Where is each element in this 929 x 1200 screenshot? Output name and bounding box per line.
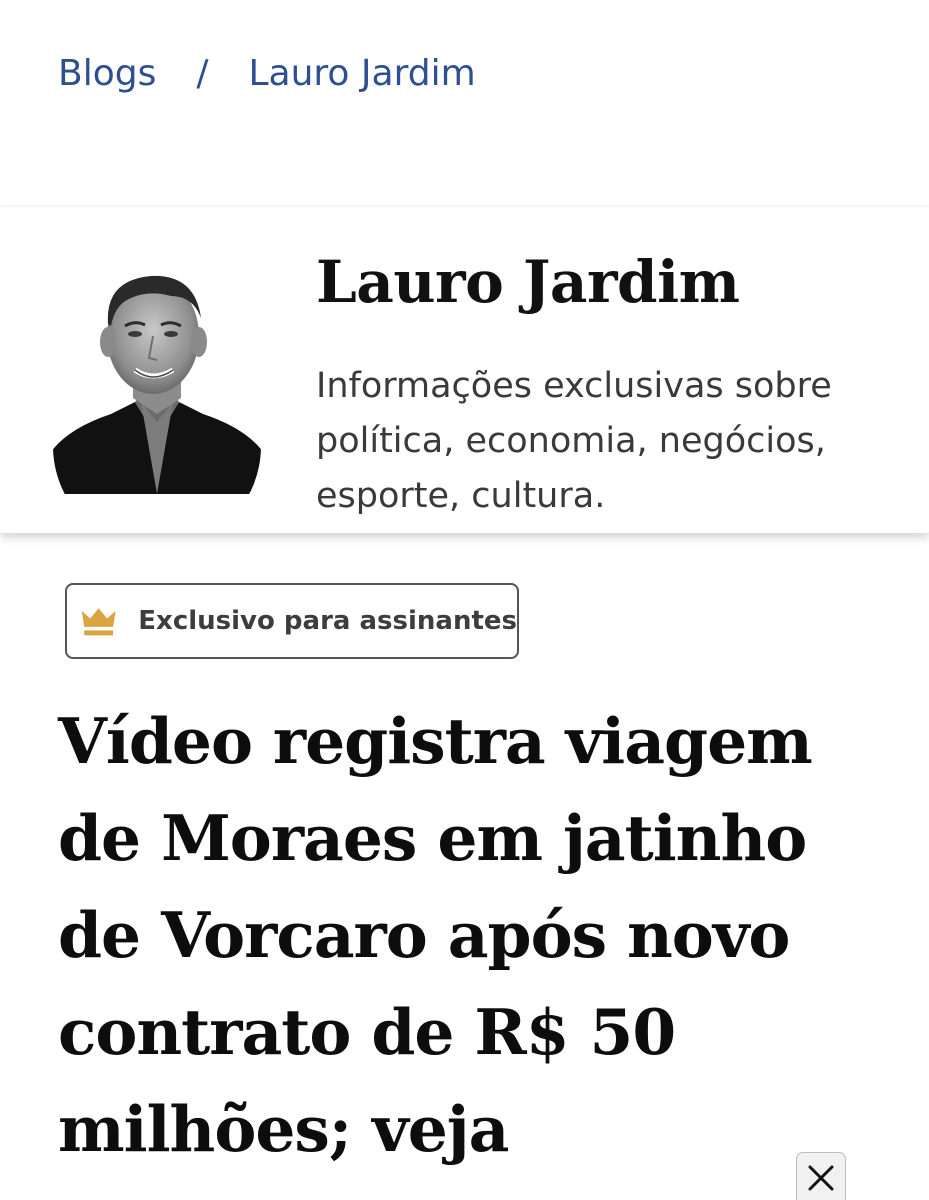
crown-icon bbox=[81, 608, 116, 636]
blog-title[interactable]: Lauro Jardim bbox=[316, 253, 740, 311]
breadcrumb: Blogs / Lauro Jardim bbox=[58, 48, 476, 98]
badge-label: Exclusivo para assinantes bbox=[138, 606, 517, 636]
breadcrumb-separator: / bbox=[196, 52, 209, 94]
subscriber-exclusive-badge: Exclusivo para assinantes bbox=[65, 583, 519, 659]
blog-header-card: Lauro Jardim Informações exclusivas sobr… bbox=[0, 207, 929, 533]
blog-description: Informações exclusivas sobre política, e… bbox=[316, 366, 832, 516]
close-icon bbox=[808, 1165, 834, 1191]
breadcrumb-link-lauro-jardim[interactable]: Lauro Jardim bbox=[248, 53, 475, 94]
breadcrumb-link-blogs[interactable]: Blogs bbox=[58, 53, 156, 94]
author-avatar bbox=[53, 275, 261, 494]
close-ad-button[interactable] bbox=[796, 1152, 846, 1200]
article-headline: Vídeo registra viagem de Moraes em jatin… bbox=[58, 704, 813, 1166]
